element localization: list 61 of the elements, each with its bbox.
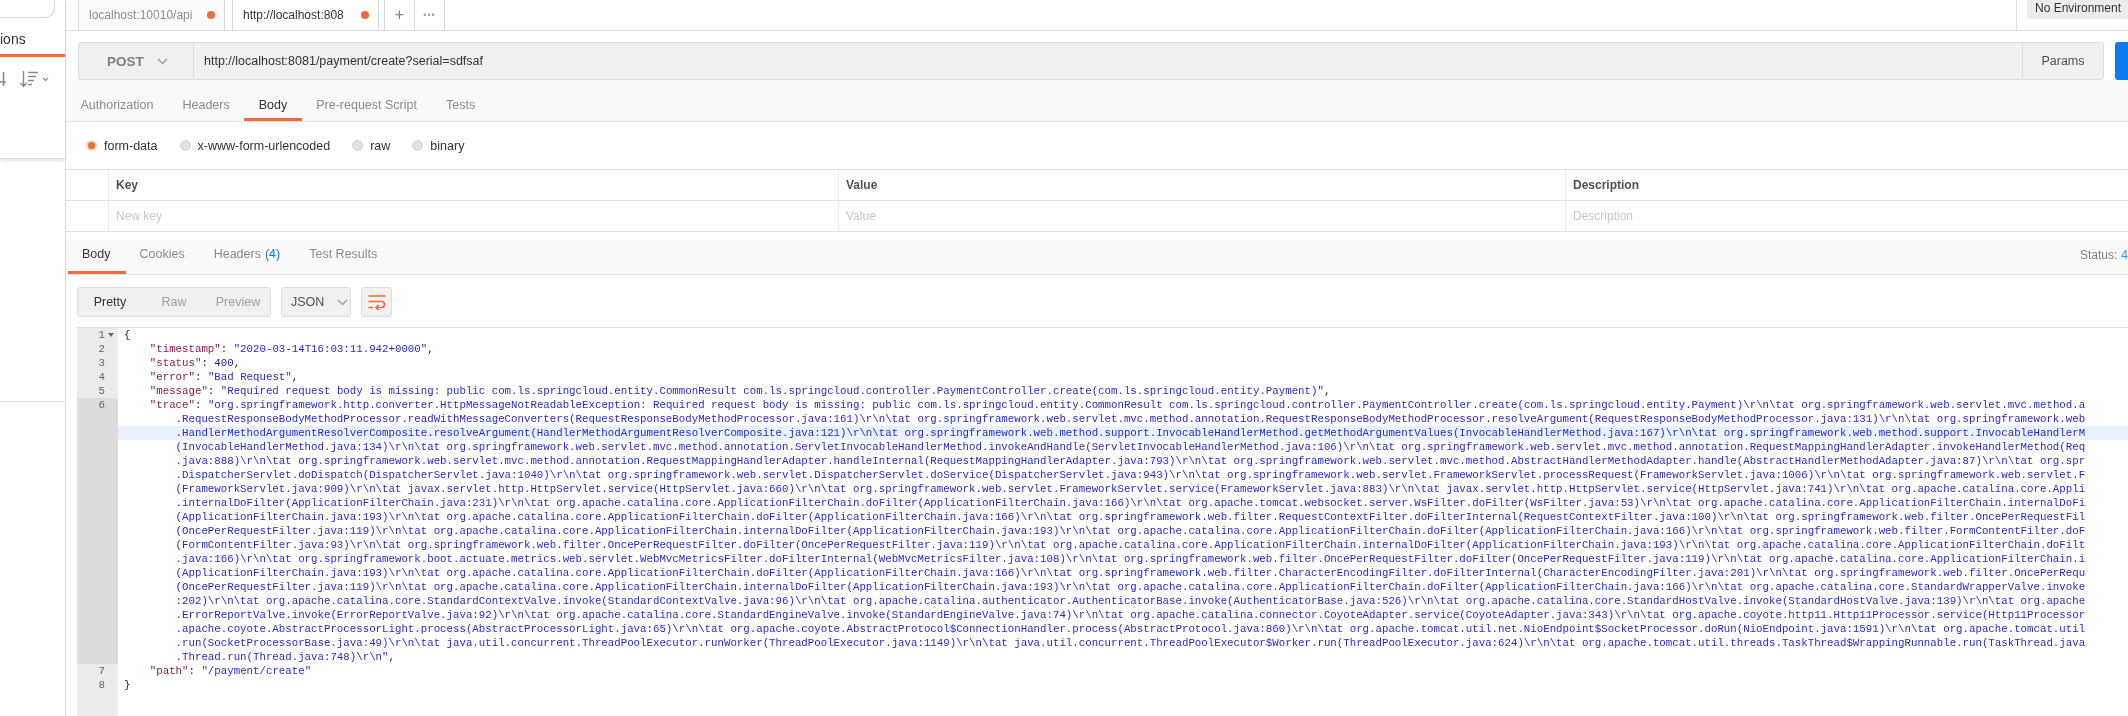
response-tab[interactable]: Headers (4) — [199, 240, 296, 274]
code-line: .DispatcherServlet.doDispatch(DispatcherServlet.java:1040)\r\n\tat org.springframework.web.servlet.DispatcherServlet.doService(DispatcherServlet.java:943)\r\n\tat org.springframework.web.servlet.FrameworkServlet.processRequest(FrameworkServlet.java:1006)\r\n\tat org.springframework.web.servlet.F — [175, 468, 2086, 482]
code-line: .internalDoFilter(ApplicationFilterChain.java:231)\r\n\tat org.apache.catalina.core.ApplicationFilterChain.doFilter(ApplicationFilterChain.java:166)\r\n\tat org.apache.tomcat.websocket.server.WsFilter.doFilter(WsFilter.java:53)\r\n\tat org.apache.catalina.core.ApplicationFilterChain.internalDoFi — [175, 496, 2086, 510]
wrap-button[interactable] — [361, 287, 392, 317]
radio-label[interactable]: raw — [370, 138, 391, 153]
radio-label[interactable]: binary — [430, 138, 465, 153]
code-line: .run(SocketProcessorBase.java:49)\r\n\tat java.util.concurrent.ThreadPoolExecutor.runWorker(ThreadPoolExecutor.java:1149)\r\n\tat java.util.concurrent.ThreadPoolExecutor$Worker.run(ThreadPoolExecutor.java:624)\r\n\tat org.apache.tomcat.util.threads.TaskThread$WrappingRunnable.run(TaskThread.java — [175, 636, 2086, 650]
code-line: .Thread.run(Thread.java:748)\r\n", — [175, 650, 395, 664]
chevron-down-icon — [337, 298, 349, 306]
radio-label[interactable]: form-data — [104, 138, 158, 153]
code-line: (OncePerRequestFilter.java:119)\r\n\tat org.apache.catalina.core.ApplicationFilterChain.internalDoFilter(ApplicationFilterChain.java:193)\r\n\tat org.apache.catalina.core.ApplicationFilterChain.doFilter(ApplicationFilterChain.java:166)\r\n\tat org.apache.catalina.core.StandardWrapperValve.invoke — [175, 580, 2086, 594]
column-header: Value — [846, 178, 878, 192]
line-number: 3 — [98, 356, 105, 370]
code-line: .java:888)\r\n\tat org.springframework.web.servlet.mvc.method.annotation.RequestMappingHandlerAdapter.handleInternal(RequestMappingHandlerAdapter.java:793)\r\n\tat org.springframework.web.servlet.mvc.method.AbstractHandlerMethodAdapter.handle(AbstractHandlerMethodAdapter.java:87)\r\n\tat org.spr — [175, 454, 2086, 468]
code-line: (InvocableHandlerMethod.java:134)\r\n\tat org.springframework.web.servlet.mvc.method.annotation.ServletInvocableHandlerMethod.invokeAndHandle(ServletInvocableHandlerMethod.java:106)\r\n\tat org.springframework.web.servlet.mvc.method.annotation.RequestMappingHandlerAdapter.invokeHandlerMethod(Req — [175, 440, 2086, 454]
line-number: 4 — [98, 370, 105, 384]
search-field[interactable] — [0, 0, 55, 18]
line-number: 7 — [98, 664, 105, 678]
status-label: Status: — [2079, 248, 2118, 262]
code-line: (OncePerRequestFilter.java:119)\r\n\tat org.apache.catalina.core.ApplicationFilterChain.internalDoFilter(ApplicationFilterChain.java:193)\r\n\tat org.apache.catalina.core.ApplicationFilterChain.doFilter(ApplicationFilterChain.java:166)\r\n\tat org.springframework.web.filter.FormContentFilter.doF — [175, 524, 2086, 538]
code-line: "status": 400, — [149, 356, 241, 370]
code-line: "message": "Required request body is missing: public com.ls.springcloud.entity.CommonResult com.ls.springcloud.controller.PaymentController.create(com.ls.springcloud.entity.Payment)", — [149, 384, 1331, 398]
format-dropdown[interactable]: JSON — [281, 287, 351, 317]
request-section-tab[interactable]: Body — [244, 91, 302, 121]
code-line: "timestamp": "2020-03-14T16:03:11.942+0000", — [149, 342, 434, 356]
code-line: .java:166)\r\n\tat org.springframework.boot.actuate.metrics.web.servlet.WebMvcMetricsFilter.doFilterInternal(WebMvcMetricsFilter.java:108)\r\n\tat org.springframework.web.filter.OncePerRequestFilter.doFilter(OncePerRequestFilter.java:119)\r\n\tat org.apache.catalina.core.ApplicationFilterChain.i — [175, 552, 2086, 566]
column-header: Description — [1573, 178, 1639, 192]
radio-button[interactable] — [412, 140, 424, 151]
new-tab-button[interactable]: + — [385, 0, 415, 30]
code-line: (FormContentFilter.java:93)\r\n\tat org.springframework.web.filter.OncePerRequestFilter.doFilter(OncePerRequestFilter.java:119)\r\n\tat org.apache.catalina.core.ApplicationFilterChain.internalDoFilter(ApplicationFilterChain.java:193)\r\n\tat org.apache.catalina.core.ApplicationFilterChain.doFilt — [175, 538, 2086, 552]
status-value: 4 — [2121, 248, 2128, 262]
environment-dropdown[interactable]: No Environment — [2027, 0, 2128, 19]
code-line: (FrameworkServlet.java:909)\r\n\tat javax.servlet.http.HttpServlet.service(HttpServlet.java:660)\r\n\tat org.springframework.web.servlet.FrameworkServlet.service(FrameworkServlet.java:883)\r\n\tat javax.servlet.http.HttpServlet.service(HttpServlet.java:741)\r\n\tat org.apache.catalina.core.Appli — [175, 482, 2086, 496]
line-number: 1 — [98, 328, 105, 342]
plus-icon[interactable] — [0, 71, 6, 87]
code-line: .ErrorReportValve.invoke(ErrorReportValve.java:92)\r\n\tat org.apache.catalina.core.StandardEngineValve.invoke(StandardEngineValve.java:74)\r\n\tat org.apache.catalina.connector.CoyoteAdapter.service(CoyoteAdapter.java:343)\r\n\tat org.apache.coyote.http11.Http11Processor.service(Http11Processor — [175, 608, 2086, 622]
radio-button[interactable] — [86, 140, 97, 151]
line-number: 8 — [98, 678, 105, 692]
view-tab[interactable]: Pretty — [78, 288, 142, 316]
code-line: "error": "Bad Request", — [149, 370, 299, 384]
code-line: .apache.coyote.AbstractProcessorLight.process(AbstractProcessorLight.java:65)\r\n\tat org.apache.coyote.AbstractProtocol$ConnectionHandler.process(AbstractProtocol.java:860)\r\n\tat org.apache.tomcat.util.net.NioEndpoint$SocketProcessor.doRun(NioEndpoint.java:1591)\r\n\tat org.apache.tomcat.util — [175, 622, 2086, 636]
code-line: :202)\r\n\tat org.apache.catalina.core.StandardContextValve.invoke(StandardContextValve.java:96)\r\n\tat org.apache.catalina.authenticator.AuthenticatorBase.invoke(AuthenticatorBase.java:526)\r\n\tat org.apache.catalina.core.StandardHostValve.invoke(StandardHostValve.java:139)\r\n\tat org.apache — [175, 594, 2086, 608]
response-tab[interactable]: Body — [68, 240, 126, 274]
code-line: "trace": "org.springframework.http.converter.HttpMessageNotReadableException: Required request body is missing: public com.ls.springcloud.entity.CommonResult com.ls.springcloud.controller.PaymentController.create(com.ls.springcloud.entity.Payment)\r\n\tat org.springframework.web.servlet.mvc.method.a — [149, 398, 2086, 412]
code-line: "path": "/payment/create" — [149, 664, 312, 678]
radio-label[interactable]: x-www-form-urlencoded — [197, 138, 331, 153]
code-line: } — [124, 678, 131, 692]
radio-button[interactable] — [179, 140, 191, 151]
code-line: (ApplicationFilterChain.java:193)\r\n\tat org.apache.catalina.core.ApplicationFilterChain.doFilter(ApplicationFilterChain.java:166)\r\n\tat org.springframework.web.filter.RequestContextFilter.doFilterInternal(RequestContextFilter.java:100)\r\n\tat org.springframework.web.filter.OncePerRequestFil — [175, 510, 2086, 524]
code-line: { — [124, 328, 131, 342]
fold-arrow-icon[interactable] — [108, 333, 114, 337]
sort-icon[interactable] — [20, 70, 49, 88]
line-number: 5 — [98, 384, 105, 398]
radio-button[interactable] — [352, 140, 364, 151]
code-line: (ApplicationFilterChain.java:193)\r\n\tat org.apache.catalina.core.ApplicationFilterChain.doFilter(ApplicationFilterChain.java:166)\r\n\tat org.springframework.web.filter.CharacterEncodingFilter.doFilterInternal(CharacterEncodingFilter.java:201)\r\n\tat org.springframework.web.filter.OncePerRequ — [175, 566, 2086, 580]
line-number: 2 — [98, 342, 105, 356]
column-header: Key — [116, 178, 138, 192]
line-number: 6 — [98, 398, 105, 412]
request-tab[interactable]: http://localhost:808 — [232, 0, 379, 30]
sidebar-tab[interactable]: ions — [0, 18, 65, 57]
code-line: .RequestResponseBodyMethodProcessor.readWithMessageConverters(RequestResponseBodyMethodProcessor.java:161)\r\n\tat org.springframework.web.servlet.mvc.method.annotation.RequestResponseBodyMethodProcessor.resolveArgument(RequestResponseBodyMethodProcessor.java:131)\r\n\tat org.springframework.web — [175, 412, 2086, 426]
